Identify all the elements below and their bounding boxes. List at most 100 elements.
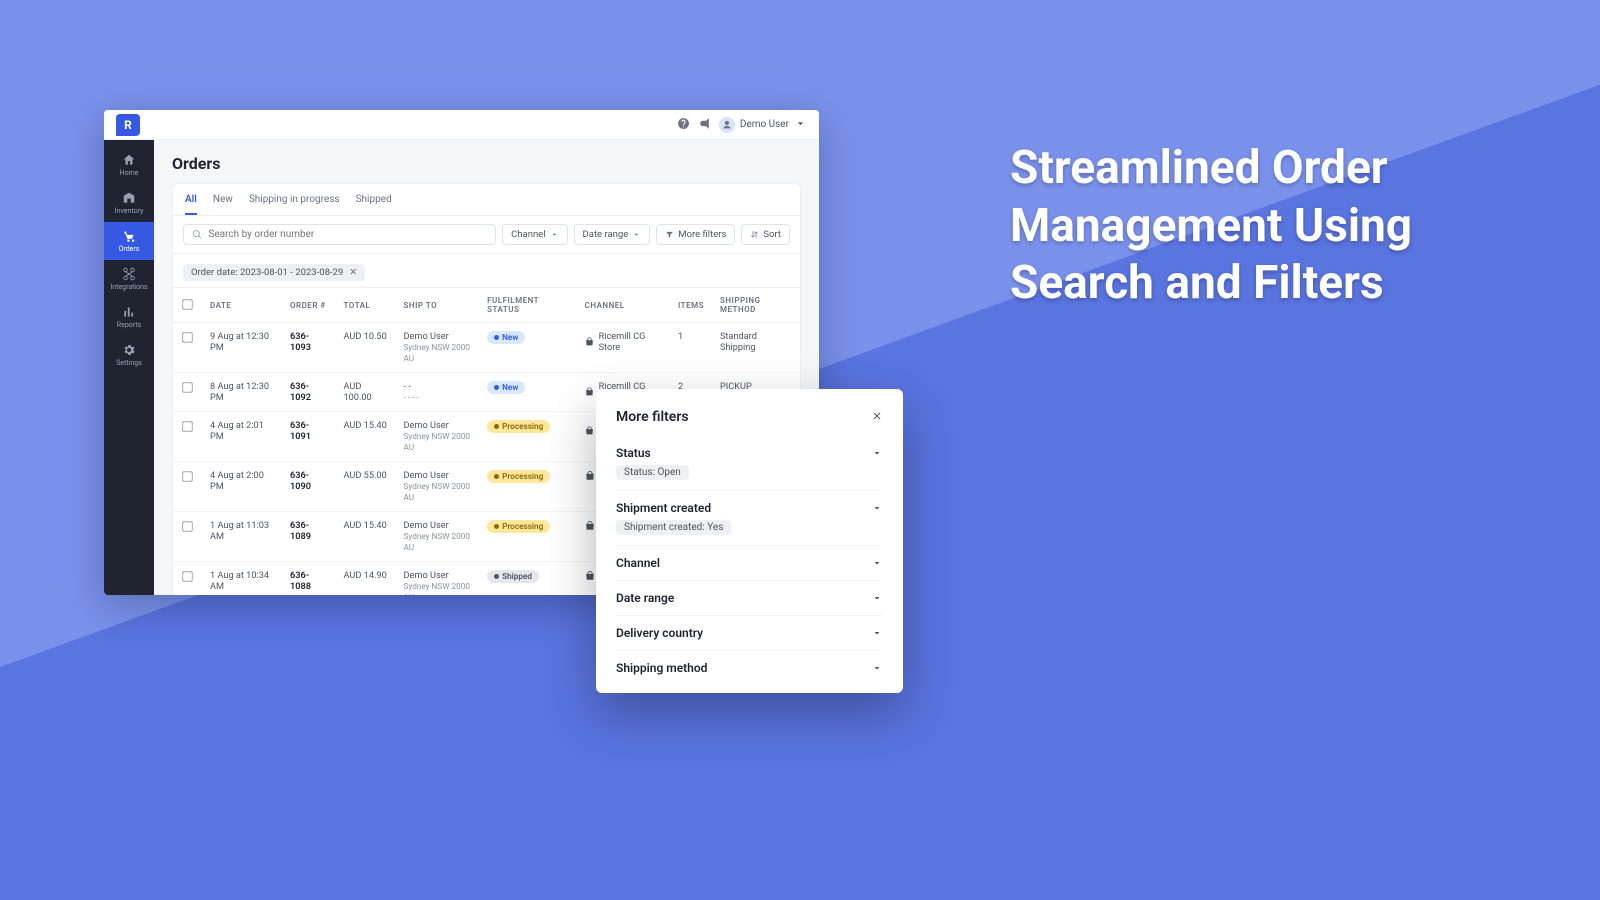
logo-icon[interactable] (116, 114, 140, 136)
sidebar-item-home[interactable]: Home (104, 146, 154, 184)
facet-label: Shipment created (616, 501, 711, 515)
row-checkbox[interactable] (182, 332, 192, 342)
table-row[interactable]: 9 Aug at 12:30 PM 636-1093 AUD 10.50 Dem… (173, 323, 800, 373)
filter-facet[interactable]: Channel (616, 546, 883, 581)
row-checkbox[interactable] (182, 382, 192, 392)
marketing-headline: Streamlined Order Management Using Searc… (1010, 140, 1510, 313)
user-name: Demo User (740, 119, 789, 130)
facet-value-chip[interactable]: Shipment created: Yes (616, 520, 731, 535)
filter-facet[interactable]: Delivery country (616, 616, 883, 651)
cell-total: AUD 14.90 (335, 562, 395, 596)
cell-total: AUD 10.50 (335, 323, 395, 373)
cell-status: New (479, 373, 577, 412)
tab-all[interactable]: All (185, 190, 197, 215)
more-filters-button[interactable]: More filters (656, 224, 735, 245)
col-total[interactable]: TOTAL (335, 288, 395, 323)
page-title: Orders (172, 154, 801, 173)
announcement-icon[interactable] (698, 115, 711, 134)
col-shipping[interactable]: SHIPPING METHOD (712, 288, 800, 323)
sidebar-item-reports[interactable]: Reports (104, 298, 154, 336)
user-menu[interactable]: Demo User (719, 117, 807, 133)
facet-label: Date range (616, 591, 674, 605)
sidebar-item-integrations[interactable]: Integrations (104, 260, 154, 298)
facet-value-chip[interactable]: Status: Open (616, 465, 689, 480)
sort-button[interactable]: Sort (741, 224, 790, 245)
filter-facet[interactable]: Status Status: Open (616, 436, 883, 491)
more-filters-panel: More filters Status Status: Open Shipmen… (596, 389, 903, 693)
cell-order: 636-1091 (282, 412, 335, 462)
cell-order: 636-1093 (282, 323, 335, 373)
cell-shipto: Demo UserSydney NSW 2000 AU (396, 323, 480, 373)
facet-label: Shipping method (616, 661, 707, 675)
tab-shipping-in-progress[interactable]: Shipping in progress (249, 190, 340, 215)
row-checkbox[interactable] (182, 471, 192, 481)
facet-label: Delivery country (616, 626, 703, 640)
col-channel[interactable]: CHANNEL (577, 288, 670, 323)
search-input[interactable] (208, 229, 487, 240)
active-filters-row: Order date: 2023-08-01 - 2023-08-29 ✕ (173, 254, 800, 288)
cell-date: 1 Aug at 11:03 AM (202, 512, 282, 562)
sidebar-item-orders[interactable]: Orders (104, 222, 154, 260)
filter-facet[interactable]: Date range (616, 581, 883, 616)
select-all-checkbox[interactable] (182, 299, 192, 309)
cell-total: AUD 55.00 (335, 462, 395, 512)
row-checkbox[interactable] (182, 521, 192, 531)
col-date[interactable]: DATE (202, 288, 282, 323)
cell-total: AUD 100.00 (335, 373, 395, 412)
cell-status: Processing (479, 462, 577, 512)
toolbar: Channel Date range More filters Sort (173, 216, 800, 254)
cell-date: 9 Aug at 12:30 PM (202, 323, 282, 373)
bag-icon (585, 337, 594, 347)
help-icon[interactable] (677, 115, 690, 134)
cell-status: Shipped (479, 562, 577, 596)
row-checkbox[interactable] (182, 421, 192, 431)
active-filter-chip[interactable]: Order date: 2023-08-01 - 2023-08-29 ✕ (183, 264, 365, 281)
cell-date: 4 Aug at 2:01 PM (202, 412, 282, 462)
chevron-down-icon (871, 447, 883, 459)
chevron-down-icon (871, 592, 883, 604)
tab-new[interactable]: New (213, 190, 233, 215)
filter-facet[interactable]: Shipment created Shipment created: Yes (616, 491, 883, 546)
cell-order: 636-1089 (282, 512, 335, 562)
tab-shipped[interactable]: Shipped (356, 190, 392, 215)
tabs: All New Shipping in progress Shipped (173, 184, 800, 216)
sidebar-item-settings[interactable]: Settings (104, 336, 154, 374)
cell-shipto: Demo UserSydney NSW 2000 AU (396, 562, 480, 596)
sidebar-item-label: Orders (119, 245, 140, 253)
bag-icon (585, 426, 594, 436)
filter-facet[interactable]: Shipping method (616, 651, 883, 685)
cell-shipping: Standard Shipping (712, 323, 800, 373)
close-icon[interactable]: ✕ (349, 267, 357, 278)
bag-icon (585, 471, 595, 481)
cell-shipto: - -- - - - (396, 373, 480, 412)
cell-shipto: Demo UserSydney NSW 2000 AU (396, 512, 480, 562)
cell-channel: Ricemill CG Store (577, 323, 670, 373)
search-icon (192, 229, 202, 240)
bag-icon (585, 571, 595, 581)
sidebar-item-label: Integrations (110, 283, 147, 291)
chevron-down-icon (794, 117, 807, 133)
cell-shipto: Demo UserSydney NSW 2000 AU (396, 462, 480, 512)
chevron-down-icon (871, 627, 883, 639)
col-items[interactable]: ITEMS (670, 288, 712, 323)
sidebar-item-inventory[interactable]: Inventory (104, 184, 154, 222)
col-order[interactable]: ORDER # (282, 288, 335, 323)
topbar: Demo User (104, 110, 819, 140)
search-input-wrap[interactable] (183, 224, 496, 245)
avatar-icon (719, 117, 735, 133)
row-checkbox[interactable] (182, 571, 192, 581)
filter-icon (665, 230, 674, 239)
sidebar-item-label: Settings (116, 359, 142, 367)
sidebar: Home Inventory Orders Integrations Repor… (104, 140, 154, 595)
channel-filter-button[interactable]: Channel (502, 224, 567, 245)
close-icon[interactable] (871, 407, 883, 426)
sidebar-item-label: Reports (117, 321, 141, 329)
cell-date: 4 Aug at 2:00 PM (202, 462, 282, 512)
daterange-filter-button[interactable]: Date range (574, 224, 651, 245)
col-status[interactable]: FULFILMENT STATUS (479, 288, 577, 323)
sidebar-item-label: Home (120, 169, 139, 177)
filter-panel-title: More filters (616, 409, 689, 425)
col-shipto[interactable]: SHIP TO (396, 288, 480, 323)
chevron-down-icon (550, 230, 559, 239)
bag-icon (585, 521, 595, 531)
